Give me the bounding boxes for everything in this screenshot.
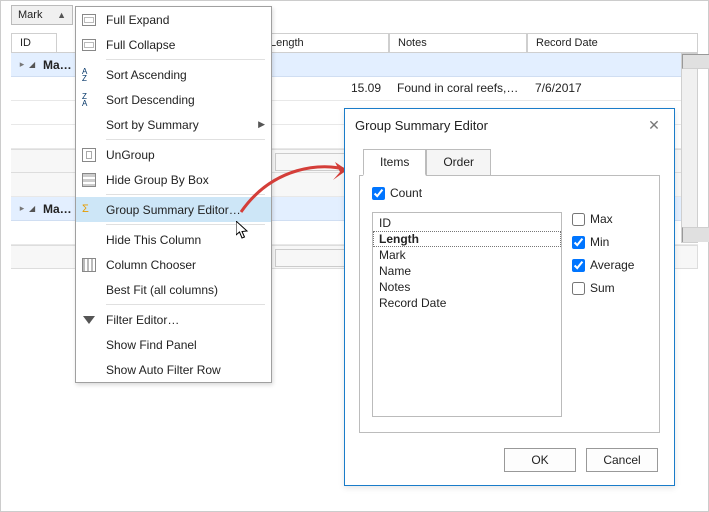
- agg-label: Min: [590, 235, 609, 249]
- list-item[interactable]: Notes: [373, 279, 561, 295]
- column-chooser-icon: [80, 256, 98, 274]
- menu-label: Sort Descending: [106, 93, 265, 107]
- sum-checkbox-input[interactable]: [572, 282, 585, 295]
- cancel-button[interactable]: Cancel: [586, 448, 658, 472]
- menu-label: Sort by Summary: [106, 118, 258, 132]
- max-checkbox-input[interactable]: [572, 213, 585, 226]
- dialog-buttons: OK Cancel: [345, 434, 674, 472]
- menu-sort-ascending[interactable]: Sort Ascending: [76, 62, 271, 87]
- empty-icon: [80, 231, 98, 249]
- group-caption: Ma…: [43, 202, 72, 216]
- min-checkbox-input[interactable]: [572, 236, 585, 249]
- agg-label: Max: [590, 212, 613, 226]
- column-header-notes[interactable]: Notes: [389, 33, 527, 52]
- full-expand-icon: [80, 11, 98, 29]
- menu-separator: [106, 304, 265, 305]
- empty-icon: [80, 361, 98, 379]
- count-label: Count: [390, 186, 422, 200]
- menu-show-auto-filter-row[interactable]: Show Auto Filter Row: [76, 357, 271, 382]
- column-header-record-date[interactable]: Record Date: [527, 33, 698, 52]
- vertical-scrollbar[interactable]: ▴ ▾: [681, 53, 698, 243]
- sigma-icon: [80, 201, 98, 219]
- dialog-titlebar[interactable]: Group Summary Editor ✕: [345, 109, 674, 141]
- menu-label: Column Chooser: [106, 258, 265, 272]
- tab-order[interactable]: Order: [426, 149, 491, 176]
- sort-descending-icon: [80, 91, 98, 109]
- dialog-title: Group Summary Editor: [355, 118, 488, 133]
- ok-button[interactable]: OK: [504, 448, 576, 472]
- list-item[interactable]: Mark: [373, 247, 561, 263]
- scroll-down-icon[interactable]: ▾: [682, 227, 709, 242]
- dialog-body: Count ID Length Mark Name Notes Record D…: [359, 175, 660, 433]
- group-summary-editor-dialog: Group Summary Editor ✕ Items Order Count…: [344, 108, 675, 486]
- cell-record-date: 7/6/2017: [527, 77, 698, 100]
- chevron-right-icon: ▶: [258, 119, 265, 130]
- menu-filter-editor[interactable]: Filter Editor…: [76, 307, 271, 332]
- menu-label: Full Collapse: [106, 38, 265, 52]
- scroll-up-icon[interactable]: ▴: [682, 54, 709, 69]
- group-by-chip[interactable]: Mark ▲: [11, 5, 73, 25]
- list-item[interactable]: Name: [373, 263, 561, 279]
- caret-down-icon: ◢: [29, 204, 39, 213]
- mouse-cursor-icon: [236, 221, 250, 239]
- sort-up-icon: ▲: [57, 10, 66, 20]
- menu-full-collapse[interactable]: Full Collapse: [76, 32, 271, 57]
- empty-icon: [80, 336, 98, 354]
- close-icon[interactable]: ✕: [644, 117, 664, 134]
- aggregate-options: Max Min Average Sum: [572, 212, 634, 304]
- caret-down-icon: ◢: [29, 60, 39, 69]
- expand-icon[interactable]: ▸: [15, 59, 29, 70]
- fields-listbox[interactable]: ID Length Mark Name Notes Record Date: [372, 212, 562, 417]
- empty-icon: [80, 281, 98, 299]
- menu-separator: [106, 59, 265, 60]
- average-checkbox-input[interactable]: [572, 259, 585, 272]
- menu-label: Best Fit (all columns): [106, 283, 265, 297]
- menu-separator: [106, 139, 265, 140]
- group-by-field: Mark: [18, 9, 42, 21]
- count-checkbox[interactable]: Count: [372, 186, 647, 200]
- menu-sort-by-summary[interactable]: Sort by Summary▶: [76, 112, 271, 137]
- filter-icon: [80, 311, 98, 329]
- menu-sort-descending[interactable]: Sort Descending: [76, 87, 271, 112]
- menu-column-chooser[interactable]: Column Chooser: [76, 252, 271, 277]
- dialog-tabs: Items Order: [363, 149, 674, 176]
- menu-label: Filter Editor…: [106, 313, 265, 327]
- menu-label: Sort Ascending: [106, 68, 265, 82]
- cell-length: 15.09: [261, 77, 389, 100]
- menu-label: Full Expand: [106, 13, 265, 27]
- menu-label: Show Auto Filter Row: [106, 363, 265, 377]
- max-checkbox[interactable]: Max: [572, 212, 634, 226]
- count-checkbox-input[interactable]: [372, 187, 385, 200]
- tab-items[interactable]: Items: [363, 149, 426, 176]
- ungroup-icon: [80, 146, 98, 164]
- expand-icon[interactable]: ▸: [15, 203, 29, 214]
- cell-notes: Found in coral reefs, r…: [389, 77, 527, 100]
- agg-label: Average: [590, 258, 634, 272]
- group-caption: Ma…: [43, 58, 72, 72]
- menu-show-find-panel[interactable]: Show Find Panel: [76, 332, 271, 357]
- cell-id: [11, 77, 71, 100]
- min-checkbox[interactable]: Min: [572, 235, 634, 249]
- menu-best-fit[interactable]: Best Fit (all columns): [76, 277, 271, 302]
- empty-icon: [80, 116, 98, 134]
- column-header-id[interactable]: ID: [11, 33, 57, 52]
- column-header-length[interactable]: Length: [261, 33, 389, 52]
- agg-label: Sum: [590, 281, 615, 295]
- list-item[interactable]: Record Date: [373, 295, 561, 311]
- full-collapse-icon: [80, 36, 98, 54]
- list-item[interactable]: Length: [373, 231, 561, 247]
- groupbox-icon: [80, 171, 98, 189]
- sum-checkbox[interactable]: Sum: [572, 281, 634, 295]
- menu-full-expand[interactable]: Full Expand: [76, 7, 271, 32]
- average-checkbox[interactable]: Average: [572, 258, 634, 272]
- sort-ascending-icon: [80, 66, 98, 84]
- menu-label: Show Find Panel: [106, 338, 265, 352]
- list-item[interactable]: ID: [373, 215, 561, 231]
